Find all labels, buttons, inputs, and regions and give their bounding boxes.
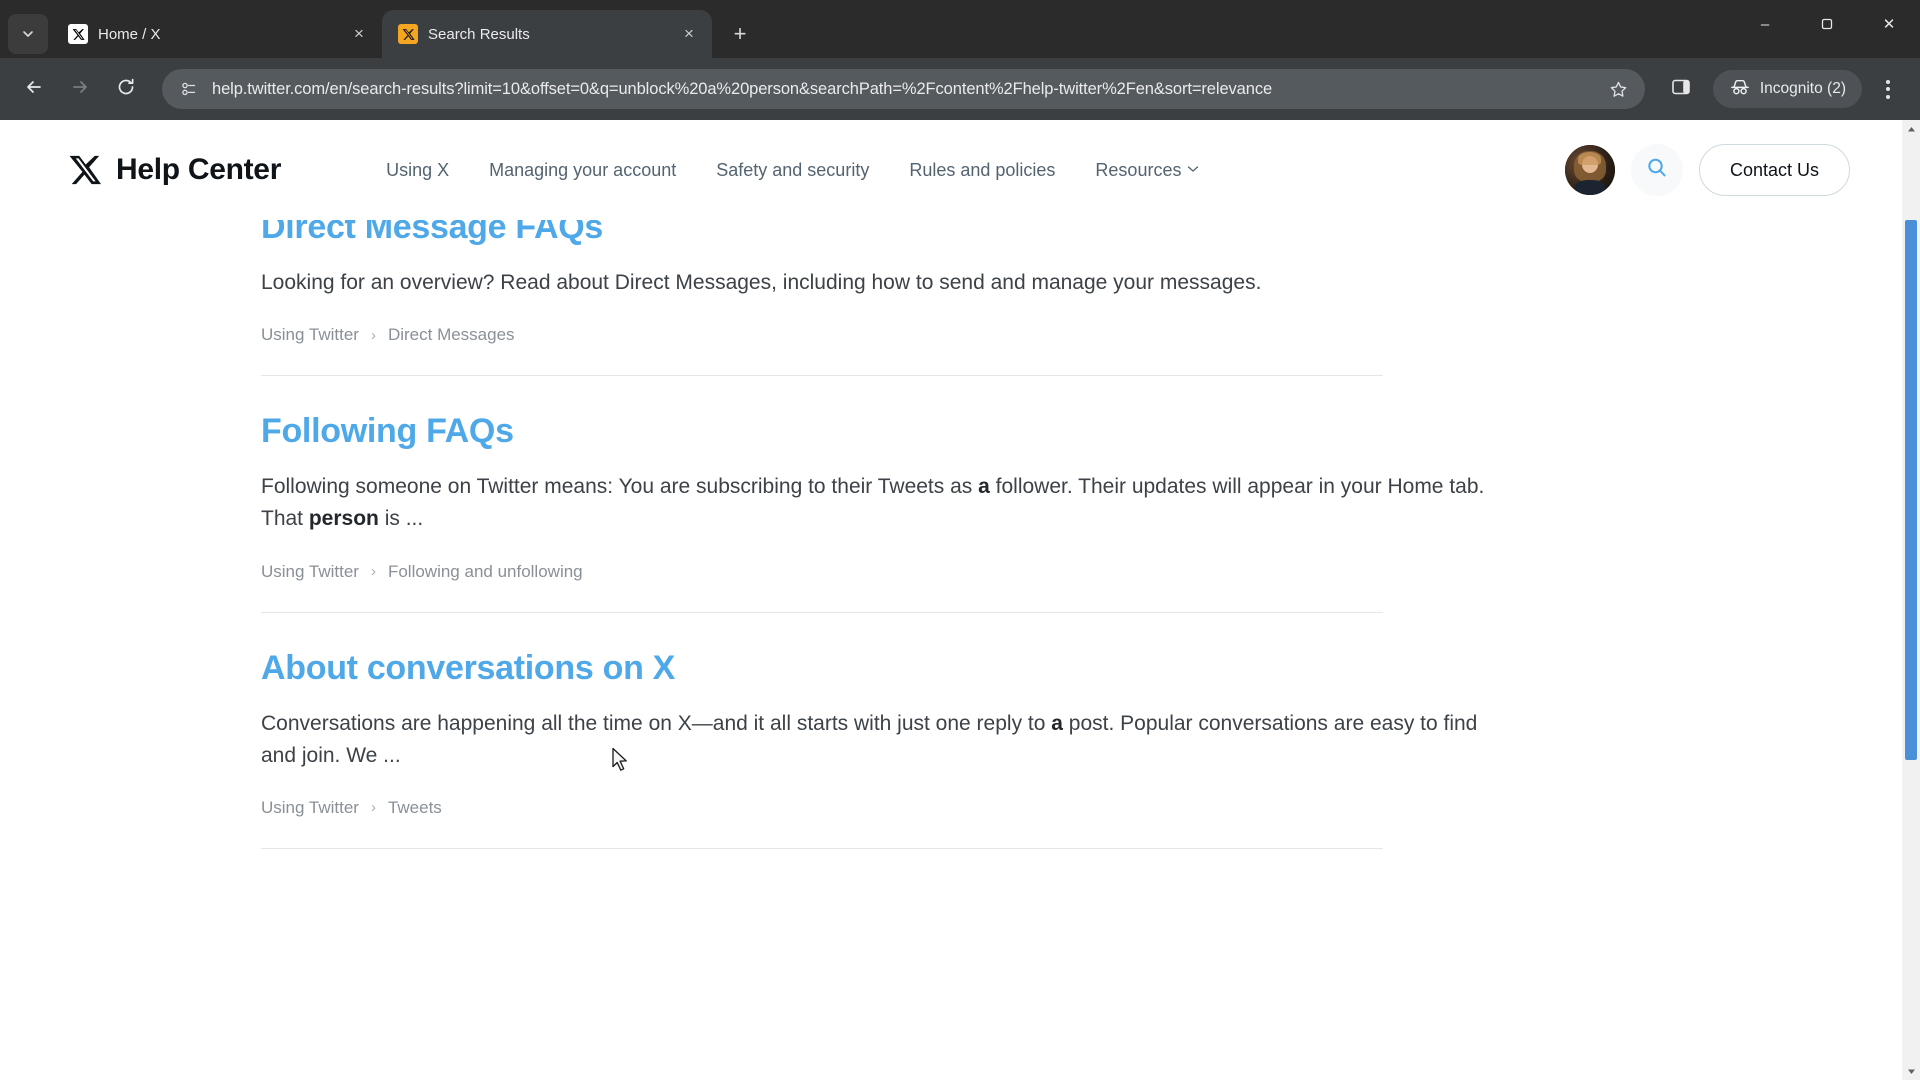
- breadcrumb-item[interactable]: Using Twitter: [261, 562, 359, 582]
- reload-button[interactable]: [106, 69, 146, 109]
- x-logo-orange-icon: [398, 24, 418, 44]
- arrow-left-icon: [24, 77, 44, 102]
- nav-label: Managing your account: [489, 159, 677, 180]
- tab-title: Home / X: [98, 25, 161, 43]
- x-logo-icon: [68, 153, 102, 187]
- close-window-button[interactable]: ✕: [1858, 0, 1920, 48]
- breadcrumb-item[interactable]: Using Twitter: [261, 325, 359, 345]
- help-center-page: Help Center Using X Managing your accoun…: [0, 120, 1902, 1080]
- breadcrumb-item[interactable]: Direct Messages: [388, 325, 515, 345]
- result-title-link[interactable]: Following FAQs: [261, 412, 1641, 451]
- star-icon[interactable]: [1605, 75, 1633, 103]
- search-result-item: Following FAQs Following someone on Twit…: [261, 412, 1641, 648]
- result-divider: [261, 847, 1383, 849]
- tab-strip: Home / X × Search Results × + – ✕: [0, 0, 1920, 58]
- nav-item-safety-and-security[interactable]: Safety and security: [716, 160, 869, 181]
- breadcrumb-item[interactable]: Tweets: [388, 798, 442, 818]
- arrow-right-icon: [70, 77, 90, 102]
- incognito-indicator[interactable]: Incognito (2): [1712, 70, 1862, 108]
- result-snippet: Conversations are happening all the time…: [261, 708, 1501, 772]
- main-nav: Using X Managing your account Safety and…: [386, 160, 1199, 181]
- snippet-text: Following someone on Twitter means: You …: [261, 475, 979, 499]
- tab-title: Search Results: [428, 25, 530, 43]
- tab-close-button[interactable]: ×: [346, 21, 372, 47]
- snippet-text: Conversations are happening all the time…: [261, 711, 1052, 735]
- nav-label: Using X: [386, 159, 450, 180]
- page-scrollbar[interactable]: [1902, 120, 1920, 1080]
- snippet-text: is ...: [378, 507, 424, 531]
- page-viewport: Help Center Using X Managing your accoun…: [0, 120, 1920, 1080]
- search-result-item: Direct Message FAQs Looking for an overv…: [261, 208, 1641, 412]
- contact-us-button[interactable]: Contact Us: [1698, 144, 1850, 196]
- chevron-down-icon: [1187, 164, 1199, 176]
- breadcrumb-separator-icon: ›: [370, 326, 376, 344]
- snippet-highlight: a: [1051, 711, 1063, 735]
- incognito-hat-icon: [1729, 78, 1751, 101]
- snippet-highlight: a: [978, 475, 990, 499]
- browser-tab-2[interactable]: Search Results ×: [382, 10, 712, 58]
- snippet-highlight: person: [308, 507, 379, 531]
- search-results-list: Direct Message FAQs Looking for an overv…: [0, 208, 1902, 849]
- breadcrumb-item[interactable]: Following and unfollowing: [388, 562, 583, 582]
- nav-item-resources[interactable]: Resources: [1095, 160, 1199, 181]
- result-snippet: Following someone on Twitter means: You …: [261, 471, 1501, 535]
- window-controls: – ✕: [1734, 0, 1920, 48]
- kebab-menu-icon[interactable]: [1870, 69, 1906, 109]
- breadcrumb-item[interactable]: Using Twitter: [261, 798, 359, 818]
- result-title-link[interactable]: About conversations on X: [261, 649, 1641, 688]
- nav-item-using-x[interactable]: Using X: [386, 160, 449, 181]
- header-actions: Contact Us: [1564, 144, 1850, 196]
- nav-item-rules-and-policies[interactable]: Rules and policies: [909, 160, 1055, 181]
- search-result-item: About conversations on X Conversations a…: [261, 649, 1641, 849]
- browser-toolbar: help.twitter.com/en/search-results?limit…: [0, 58, 1920, 120]
- back-button[interactable]: [14, 69, 54, 109]
- nav-label: Resources: [1095, 159, 1182, 180]
- scroll-up-arrow-icon[interactable]: [1902, 120, 1920, 138]
- breadcrumb: Using Twitter › Tweets: [261, 798, 1641, 818]
- result-snippet: Looking for an overview? Read about Dire…: [261, 267, 1501, 299]
- nav-label: Safety and security: [716, 159, 870, 180]
- breadcrumb-separator-icon: ›: [370, 563, 376, 581]
- snippet-text: Looking for an overview? Read about Dire…: [261, 271, 1262, 295]
- site-title: Help Center: [116, 153, 282, 186]
- address-bar[interactable]: help.twitter.com/en/search-results?limit…: [162, 69, 1645, 109]
- new-tab-button[interactable]: +: [722, 16, 758, 52]
- chevron-down-icon: [21, 27, 35, 41]
- site-header: Help Center Using X Managing your accoun…: [0, 120, 1902, 220]
- maximize-button[interactable]: [1796, 0, 1858, 48]
- nav-item-managing-your-account[interactable]: Managing your account: [489, 160, 676, 181]
- tab-search-button[interactable]: [8, 14, 48, 54]
- search-icon: [1645, 156, 1669, 185]
- breadcrumb: Using Twitter › Following and unfollowin…: [261, 562, 1641, 582]
- reload-icon: [116, 77, 136, 102]
- browser-window: Home / X × Search Results × + – ✕ help.t…: [0, 0, 1920, 1080]
- scroll-down-arrow-icon[interactable]: [1902, 1062, 1920, 1080]
- tab-close-button[interactable]: ×: [676, 21, 702, 47]
- scrollbar-thumb[interactable]: [1905, 220, 1917, 760]
- nav-label: Rules and policies: [909, 159, 1056, 180]
- x-logo-icon: [68, 24, 88, 44]
- user-avatar[interactable]: [1564, 145, 1615, 195]
- browser-tab-1[interactable]: Home / X ×: [52, 10, 382, 58]
- page-info-icon[interactable]: [178, 78, 200, 100]
- breadcrumb-separator-icon: ›: [370, 799, 376, 817]
- search-button[interactable]: [1630, 144, 1683, 196]
- url-text: help.twitter.com/en/search-results?limit…: [212, 79, 1273, 98]
- site-brand[interactable]: Help Center: [68, 153, 281, 187]
- side-panel-icon: [1670, 76, 1692, 103]
- forward-button[interactable]: [60, 69, 100, 109]
- breadcrumb: Using Twitter › Direct Messages: [261, 325, 1641, 345]
- incognito-label: Incognito (2): [1759, 80, 1846, 97]
- minimize-button[interactable]: –: [1734, 0, 1796, 48]
- side-panel-button[interactable]: [1661, 69, 1701, 109]
